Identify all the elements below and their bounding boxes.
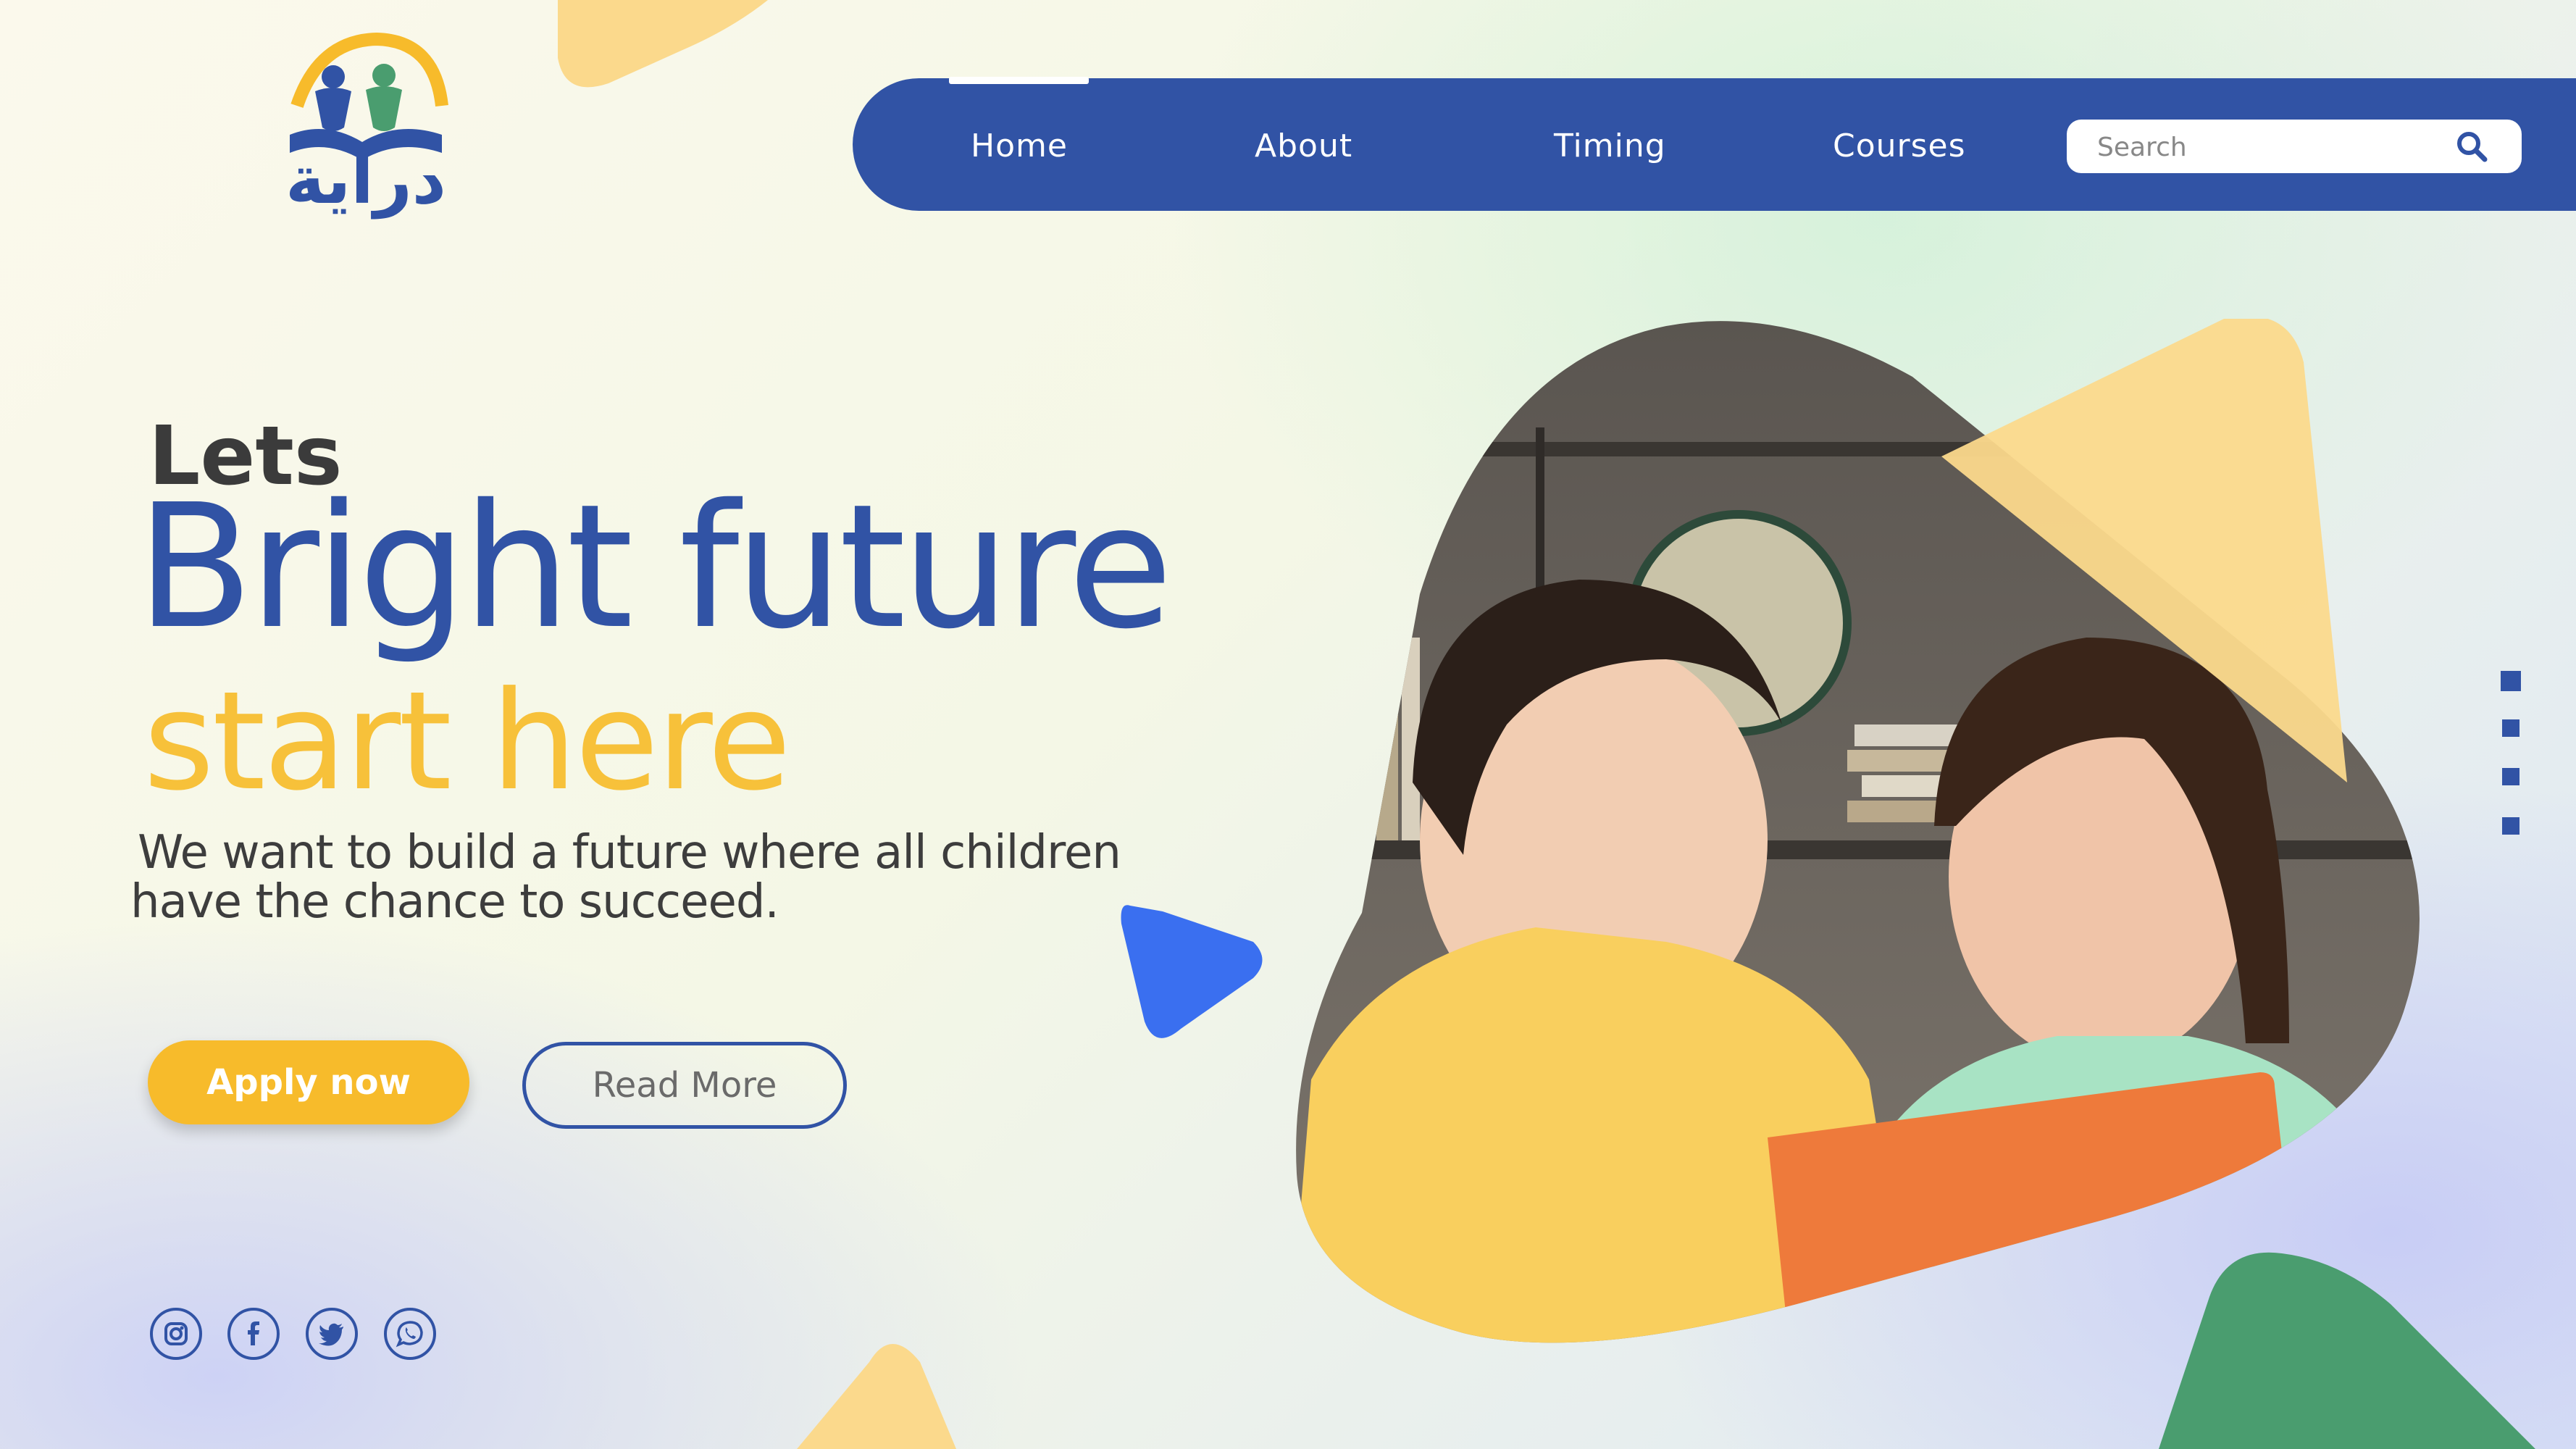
nav-about[interactable]: About [1255, 128, 1352, 164]
hero-subheadline: start here [143, 662, 791, 821]
slide-indicator-3[interactable] [2502, 768, 2519, 785]
description-line-2: have the chance to succeed. [130, 875, 779, 929]
whatsapp-icon [396, 1321, 423, 1348]
nav-timing[interactable]: Timing [1554, 128, 1666, 164]
nav-home[interactable]: Home [971, 128, 1068, 164]
apply-now-button[interactable]: Apply now [148, 1040, 469, 1124]
search-icon[interactable] [2455, 130, 2488, 163]
instagram-link[interactable] [150, 1308, 202, 1360]
hero-description: We want to build a future where all chil… [130, 826, 1224, 927]
nav-courses[interactable]: Courses [1833, 128, 1966, 164]
search-input[interactable] [2096, 127, 2446, 167]
description-line-1: We want to build a future where all chil… [138, 826, 1121, 880]
read-more-button[interactable]: Read More [522, 1042, 847, 1129]
twitter-icon [319, 1323, 343, 1346]
hero-headline: Bright future [136, 467, 1173, 667]
active-tab-indicator [949, 77, 1089, 84]
search-box [2067, 120, 2522, 173]
logo-text: دراية [285, 141, 447, 219]
yellow-top-shape [558, 0, 768, 88]
facebook-link[interactable] [227, 1308, 280, 1360]
yellow-bottom-shape [797, 1344, 956, 1449]
instagram-icon [164, 1322, 188, 1345]
slide-indicator-2[interactable] [2502, 719, 2519, 737]
facebook-icon [248, 1321, 259, 1345]
slide-indicator-1[interactable] [2501, 671, 2521, 691]
twitter-link[interactable] [306, 1308, 358, 1360]
hero-image [1296, 319, 2420, 1343]
slide-indicator-4[interactable] [2502, 817, 2519, 835]
whatsapp-link[interactable] [384, 1308, 436, 1360]
